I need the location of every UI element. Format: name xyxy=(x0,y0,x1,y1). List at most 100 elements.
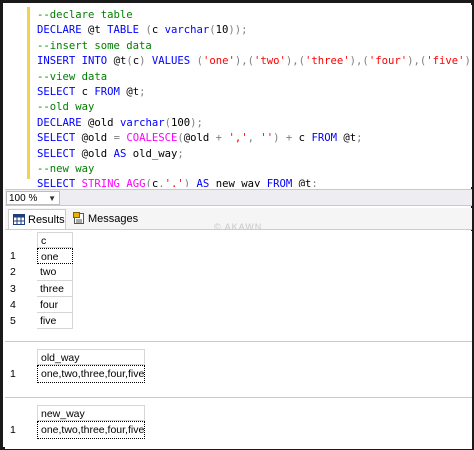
row-number[interactable]: 1 xyxy=(5,421,35,439)
code-token: @t xyxy=(81,24,108,37)
table-row[interactable]: 2 two xyxy=(5,264,472,281)
grid-cell[interactable]: one xyxy=(37,248,73,265)
result-grid-c[interactable]: c 1 one 2 two 3 three 4 four 5 five xyxy=(5,232,472,330)
table-row[interactable]: 1 one xyxy=(5,248,472,265)
result-grid-old-way[interactable]: old_way 1 one,two,three,four,five xyxy=(5,349,472,384)
grid-header-row: c xyxy=(5,232,472,249)
table-row[interactable]: 5 five xyxy=(5,312,472,330)
code-token: VALUES xyxy=(151,55,191,68)
chevron-down-icon[interactable]: ▼ xyxy=(48,192,56,206)
code-token: ; xyxy=(311,178,318,187)
grid-cell[interactable]: four xyxy=(37,296,73,313)
row-number[interactable]: 1 xyxy=(5,248,35,264)
grid-cell[interactable]: one,two,three,four,five xyxy=(37,421,145,440)
code-token: '' xyxy=(260,132,274,145)
code-token: SELECT xyxy=(37,147,76,160)
code-token: @old xyxy=(183,132,216,145)
code-token: @t xyxy=(119,85,140,98)
query-editor[interactable]: --declare table DECLARE @t TABLE (c varch… xyxy=(5,5,472,187)
code-token: SELECT xyxy=(37,132,76,145)
code-token: varchar xyxy=(119,116,165,129)
code-line[interactable]: SELECT c FROM @t; xyxy=(37,85,472,100)
code-token: COALESCE xyxy=(126,132,178,145)
code-token: @old xyxy=(75,147,114,160)
code-token: 10 xyxy=(215,24,229,37)
code-token: ',' xyxy=(164,178,184,187)
code-token: 'one' xyxy=(202,55,235,68)
code-line[interactable]: INSERT INTO @t(c) VALUES ('one'),('two')… xyxy=(37,54,472,69)
code-token: ),( xyxy=(407,55,427,68)
grid-cell[interactable]: five xyxy=(37,312,73,330)
code-token: SELECT xyxy=(37,178,76,187)
code-token: 'two' xyxy=(253,55,286,68)
zoom-value: 100 % xyxy=(9,193,38,204)
tab-messages-label: Messages xyxy=(88,213,139,225)
code-token: 'three' xyxy=(305,55,350,68)
code-token: c xyxy=(75,85,95,98)
code-token: 'five' xyxy=(426,55,465,68)
results-pane: c 1 one 2 two 3 three 4 four 5 five old_… xyxy=(5,231,472,449)
grid-cell[interactable]: three xyxy=(37,280,73,297)
row-header-corner xyxy=(5,349,35,365)
column-header-c[interactable]: c xyxy=(37,232,73,249)
grid-icon xyxy=(13,213,25,225)
code-token: @t xyxy=(107,55,127,68)
code-token: STRING_AGG xyxy=(81,178,146,187)
code-line[interactable]: DECLARE @t TABLE (c varchar(10)); xyxy=(37,23,472,38)
column-header-old-way[interactable]: old_way xyxy=(37,349,145,366)
code-token: INTO xyxy=(81,55,108,68)
grid-header-row: new_way xyxy=(5,405,472,422)
code-line[interactable]: --old way xyxy=(37,100,472,115)
code-token: 'four' xyxy=(368,55,408,68)
code-line[interactable]: DECLARE @old varchar(100); xyxy=(37,116,472,131)
code-line[interactable]: --view data xyxy=(37,70,472,85)
table-row[interactable]: 3 three xyxy=(5,280,472,297)
code-token: c xyxy=(151,24,165,37)
grid-splitter[interactable] xyxy=(5,341,472,342)
column-header-new-way[interactable]: new_way xyxy=(37,405,145,422)
code-token: ),( xyxy=(285,55,306,68)
code-token: varchar xyxy=(164,24,210,37)
tab-results-label: Results xyxy=(28,214,65,226)
row-number[interactable]: 4 xyxy=(5,297,35,313)
code-token: 100 xyxy=(170,116,191,129)
code-token: --view data xyxy=(37,70,108,83)
table-row[interactable]: 4 four xyxy=(5,296,472,313)
grid-cell[interactable]: one,two,three,four,five xyxy=(37,365,145,384)
code-line[interactable]: SELECT STRING_AGG(c,',') AS new_way FROM… xyxy=(37,177,472,187)
change-tracking-bar xyxy=(27,7,30,179)
table-row[interactable]: 1 one,two,three,four,five xyxy=(5,365,472,384)
code-token: )); xyxy=(228,24,248,37)
row-number[interactable]: 1 xyxy=(5,365,35,383)
code-line[interactable]: --insert some data xyxy=(37,39,472,54)
code-token: ',' xyxy=(228,132,248,145)
tab-results[interactable]: Results xyxy=(8,209,66,229)
grid-cell[interactable]: two xyxy=(37,264,73,281)
row-number[interactable]: 2 xyxy=(5,264,35,280)
code-token: ; xyxy=(139,85,146,98)
code-token: new_way xyxy=(209,178,267,187)
code-token: INSERT xyxy=(37,55,76,68)
sql-code[interactable]: --declare table DECLARE @t TABLE (c varch… xyxy=(37,8,472,187)
code-line[interactable]: SELECT @old = COALESCE(@old + ',', '') +… xyxy=(37,131,472,146)
zoom-dropdown[interactable]: 100 % ▼ xyxy=(6,191,60,205)
code-token: --new way xyxy=(37,162,95,175)
grid-splitter[interactable] xyxy=(5,397,472,398)
code-token: @t xyxy=(292,178,312,187)
code-token: ); xyxy=(190,116,203,129)
code-token: DECLARE xyxy=(37,116,82,129)
code-line[interactable]: --declare table xyxy=(37,8,472,23)
code-line[interactable]: --new way xyxy=(37,162,472,177)
grid-header-row: old_way xyxy=(5,349,472,366)
code-token: @old xyxy=(75,132,114,145)
code-token: FROM xyxy=(94,85,120,98)
row-header-corner xyxy=(5,232,35,248)
code-token: @old xyxy=(81,116,120,129)
row-number[interactable]: 3 xyxy=(5,281,35,297)
code-token: AS xyxy=(113,147,127,160)
code-line[interactable]: SELECT @old AS old_way; xyxy=(37,147,472,162)
table-row[interactable]: 1 one,two,three,four,five xyxy=(5,421,472,440)
result-grid-new-way[interactable]: new_way 1 one,two,three,four,five xyxy=(5,405,472,440)
row-number[interactable]: 5 xyxy=(5,313,35,329)
tab-messages[interactable]: Messages xyxy=(69,209,139,229)
